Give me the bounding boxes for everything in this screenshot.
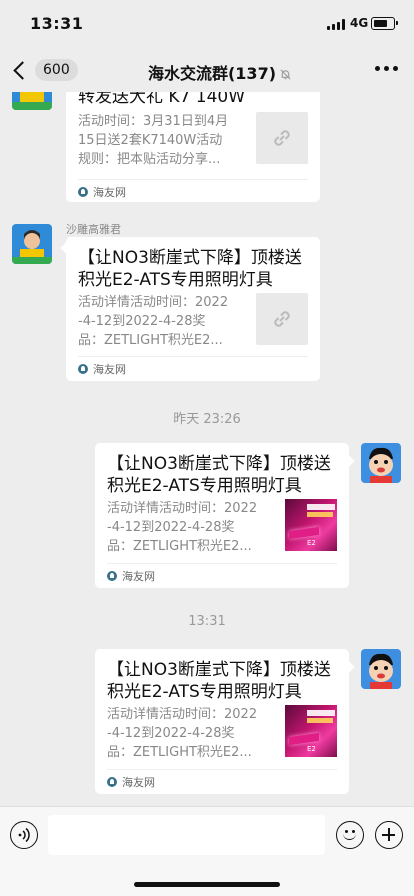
card-title: 【让NO3断崖式下降】顶楼送 积光E2-ATS专用照明灯具 xyxy=(107,659,331,703)
card-divider xyxy=(107,769,337,770)
card-title: 【让NO3断崖式下降】顶楼送 积光E2-ATS专用照明灯具 xyxy=(107,453,331,497)
card-divider xyxy=(78,179,308,180)
more-dot xyxy=(384,66,389,71)
promo-thumbnail-light xyxy=(289,732,319,746)
chat-title: 海水交流群(137) xyxy=(120,60,320,84)
status-time: 13:31 xyxy=(30,14,84,33)
promo-thumbnail-label: E2 xyxy=(307,745,316,753)
card-description-line: 品：ZETLIGHT积光E2... xyxy=(107,745,252,760)
promo-thumbnail: E2 xyxy=(285,705,337,757)
card-title-line: 积光E2-ATS专用照明灯具 xyxy=(107,682,302,702)
promo-thumbnail-text xyxy=(307,710,335,716)
promo-thumbnail-label: E2 xyxy=(307,539,316,547)
network-label: 4G xyxy=(350,16,369,30)
my-avatar[interactable] xyxy=(361,443,401,483)
promo-thumbnail-text xyxy=(307,504,335,510)
promo-thumbnail-light xyxy=(289,526,319,540)
source-icon xyxy=(107,571,117,581)
battery-icon xyxy=(371,17,398,30)
card-source: 海友网 xyxy=(107,568,155,584)
chevron-left-icon xyxy=(13,60,32,80)
card-source: 海友网 xyxy=(78,361,126,377)
more-dot xyxy=(393,66,398,71)
card-title: 转发送大礼 K7 140W xyxy=(78,92,246,107)
avatar-image xyxy=(12,92,52,110)
card-source: 海友网 xyxy=(78,184,126,200)
unread-badge: 600 xyxy=(35,59,78,81)
status-bar: 13:31 4G xyxy=(0,0,414,48)
link-card[interactable]: 转发送大礼 K7 140W 活动时间：3月31日到4月 15日送2套K7140W… xyxy=(66,92,320,202)
more-dot xyxy=(375,66,380,71)
promo-thumbnail: E2 xyxy=(285,499,337,551)
card-description: 活动详情活动时间：2022 -4-12到2022-4-28奖 品：ZETLIGH… xyxy=(107,499,275,556)
promo-thumbnail-text xyxy=(307,718,333,723)
card-description-line: 品：ZETLIGHT积光E2... xyxy=(78,333,223,348)
avatar[interactable] xyxy=(12,92,52,110)
source-icon xyxy=(78,187,88,197)
emoji-icon[interactable] xyxy=(336,821,364,849)
card-title-line: 【让NO3断崖式下降】顶楼送 xyxy=(107,660,331,680)
source-icon xyxy=(107,777,117,787)
timestamp: 昨天 23:26 xyxy=(173,412,241,427)
card-description-line: 品：ZETLIGHT积光E2... xyxy=(107,539,252,554)
card-description-line: 规则：把本贴活动分享... xyxy=(78,152,221,167)
emoji-mouth xyxy=(343,832,356,840)
source-label: 海友网 xyxy=(122,570,155,583)
card-description-line: 活动详情活动时间：2022 xyxy=(78,295,229,310)
card-title-line: 【让NO3断崖式下降】顶楼送 xyxy=(107,454,331,474)
card-description-line: -4-12到2022-4-28奖 xyxy=(78,314,206,329)
add-circle-icon[interactable] xyxy=(375,821,403,849)
card-divider xyxy=(107,563,337,564)
voice-icon[interactable] xyxy=(10,821,38,849)
card-source: 海友网 xyxy=(107,774,155,790)
home-indicator xyxy=(134,882,280,887)
card-title-line: 【让NO3断崖式下降】顶楼送 xyxy=(78,248,302,268)
source-label: 海友网 xyxy=(122,776,155,789)
card-title: 【让NO3断崖式下降】顶楼送 积光E2-ATS专用照明灯具 xyxy=(78,247,302,291)
card-description-line: -4-12到2022-4-28奖 xyxy=(107,726,235,741)
source-label: 海友网 xyxy=(93,363,126,376)
link-icon xyxy=(256,293,308,345)
link-card[interactable]: 【让NO3断崖式下降】顶楼送 积光E2-ATS专用照明灯具 活动详情活动时间：2… xyxy=(95,443,349,588)
my-avatar[interactable] xyxy=(361,649,401,689)
sender-name: 沙雕高雅君 xyxy=(66,223,121,236)
card-description-line: 活动时间：3月31日到4月 xyxy=(78,114,229,129)
bell-off-icon xyxy=(280,69,291,80)
card-title-line: 积光E2-ATS专用照明灯具 xyxy=(78,270,273,290)
avatar-image xyxy=(361,443,401,483)
chat-title-text: 海水交流群(137) xyxy=(147,64,277,83)
avatar-image xyxy=(12,224,52,264)
source-icon xyxy=(78,364,88,374)
card-description-line: 活动详情活动时间：2022 xyxy=(107,707,258,722)
card-description: 活动详情活动时间：2022 -4-12到2022-4-28奖 品：ZETLIGH… xyxy=(107,705,275,762)
card-title-line: 积光E2-ATS专用照明灯具 xyxy=(107,476,302,496)
link-icon xyxy=(256,112,308,164)
avatar-image xyxy=(361,649,401,689)
card-description: 活动时间：3月31日到4月 15日送2套K7140W活动 规则：把本贴活动分享.… xyxy=(78,112,246,169)
card-description-line: 15日送2套K7140W活动 xyxy=(78,133,223,148)
signal-icon xyxy=(327,19,345,30)
link-card[interactable]: 【让NO3断崖式下降】顶楼送 积光E2-ATS专用照明灯具 活动详情活动时间：2… xyxy=(66,237,320,381)
card-divider xyxy=(78,356,308,357)
link-card[interactable]: 【让NO3断崖式下降】顶楼送 积光E2-ATS专用照明灯具 活动详情活动时间：2… xyxy=(95,649,349,794)
source-label: 海友网 xyxy=(93,186,126,199)
timestamp: 13:31 xyxy=(188,614,226,629)
avatar[interactable] xyxy=(12,224,52,264)
nav-bar: 600 海水交流群(137) xyxy=(0,48,414,92)
back-button[interactable]: 600 xyxy=(10,54,78,86)
card-description-line: 活动详情活动时间：2022 xyxy=(107,501,258,516)
card-description-line: -4-12到2022-4-28奖 xyxy=(107,520,235,535)
card-description: 活动详情活动时间：2022 -4-12到2022-4-28奖 品：ZETLIGH… xyxy=(78,293,246,350)
more-options-button[interactable] xyxy=(375,66,398,71)
promo-thumbnail-text xyxy=(307,512,333,517)
message-input[interactable] xyxy=(48,815,325,855)
chat-area[interactable]: 转发送大礼 K7 140W 活动时间：3月31日到4月 15日送2套K7140W… xyxy=(0,92,414,806)
